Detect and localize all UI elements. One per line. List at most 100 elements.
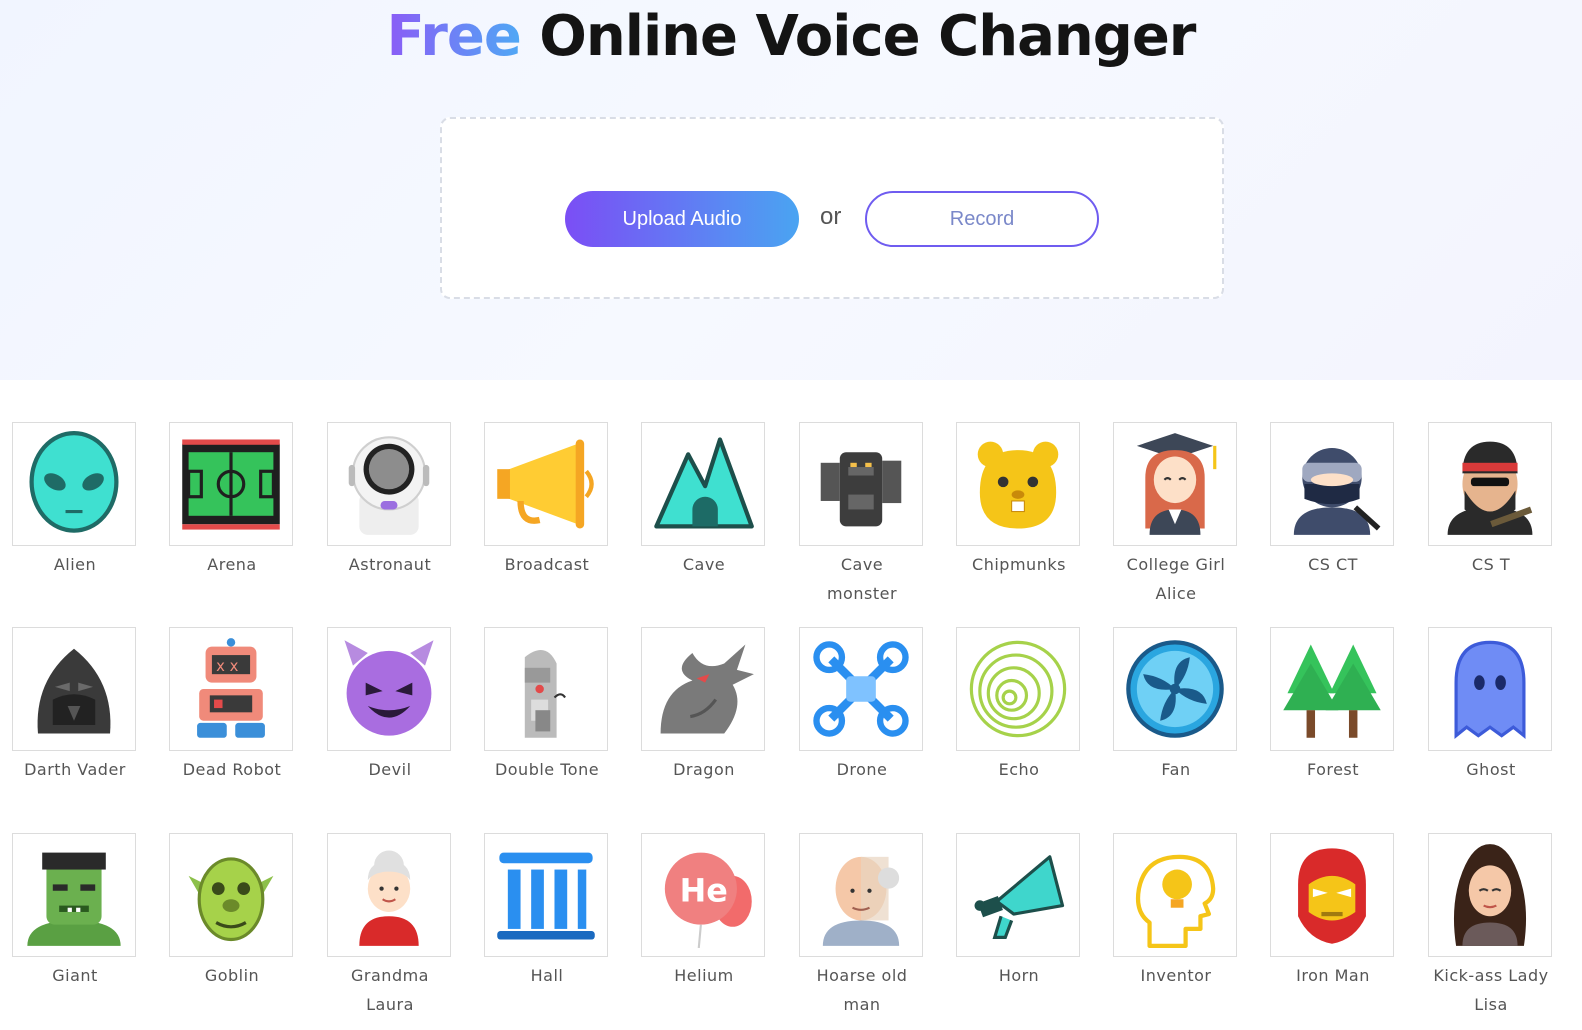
voice-tile[interactable]: [12, 627, 136, 751]
voice-card[interactable]: Ghost: [1428, 627, 1554, 784]
voice-card[interactable]: Forest: [1270, 627, 1396, 784]
voice-tile[interactable]: [799, 627, 923, 751]
voice-tile[interactable]: [484, 833, 608, 957]
voice-card[interactable]: Dragon: [641, 627, 767, 784]
voice-tile[interactable]: [1270, 833, 1394, 957]
voice-tile[interactable]: [12, 422, 136, 546]
helium-icon-text: He: [680, 872, 728, 909]
voice-label: Cave monster: [826, 555, 898, 603]
voice-label: Echo: [998, 760, 1040, 779]
voice-card[interactable]: Drone: [799, 627, 925, 784]
voice-card[interactable]: Astronaut: [327, 422, 453, 579]
voice-tile[interactable]: [1270, 627, 1394, 751]
ghost-icon: [1454, 640, 1526, 739]
voice-tile[interactable]: [1428, 422, 1552, 546]
voice-card[interactable]: Devil: [327, 627, 453, 784]
voice-card[interactable]: Fan: [1113, 627, 1239, 784]
voice-label: Hoarse old man: [816, 966, 908, 1014]
voice-tile[interactable]: [169, 422, 293, 546]
voice-card[interactable]: Arena: [169, 422, 295, 579]
giant-icon: [27, 852, 121, 946]
voice-label: Dead Robot: [182, 760, 282, 779]
svg-text:x x: x x: [216, 658, 238, 675]
voice-tile[interactable]: He: [641, 833, 765, 957]
dead-robot-icon: x x: [197, 638, 265, 738]
voice-tile[interactable]: [956, 422, 1080, 546]
voice-label: CS CT: [1308, 555, 1358, 574]
chipmunks-icon: [977, 441, 1059, 529]
page-title: Free Online Voice Changer: [0, 2, 1582, 72]
voice-card[interactable]: Giant: [12, 833, 138, 990]
voice-tile[interactable]: [1270, 422, 1394, 546]
voice-card[interactable]: Echo: [956, 627, 1082, 784]
hero-section: Free Online Voice Changer Upload Audio o…: [0, 0, 1582, 380]
voice-tile[interactable]: [641, 627, 765, 751]
voice-tile[interactable]: [641, 422, 765, 546]
upload-dropzone[interactable]: Upload Audio or Record: [440, 117, 1224, 299]
voice-tile[interactable]: [1113, 627, 1237, 751]
voice-card[interactable]: CS CT: [1270, 422, 1396, 579]
voice-label: College Girl Alice: [1126, 555, 1226, 603]
alien-icon: [29, 431, 119, 533]
title-accent: Free: [386, 4, 522, 69]
voice-card[interactable]: Chipmunks: [956, 422, 1082, 579]
voice-tile[interactable]: [327, 422, 451, 546]
voice-card[interactable]: Cave: [641, 422, 767, 579]
lady-icon: [1453, 844, 1527, 946]
voice-label: Cave: [682, 555, 726, 574]
voice-card[interactable]: He Helium: [641, 833, 767, 990]
or-separator: or: [820, 203, 842, 230]
record-button[interactable]: Record: [865, 191, 1099, 247]
voice-card[interactable]: Grandma Laura: [327, 833, 453, 1019]
voice-card[interactable]: Hoarse old man: [799, 833, 925, 1019]
voice-label: Dragon: [673, 760, 735, 779]
voice-card[interactable]: Alien: [12, 422, 138, 579]
voice-card[interactable]: Cave monster: [799, 422, 925, 608]
fan-icon: [1126, 640, 1224, 738]
voice-card[interactable]: Kick-ass Lady Lisa: [1428, 833, 1554, 1019]
voice-tile[interactable]: [327, 627, 451, 751]
voice-tile[interactable]: [484, 422, 608, 546]
voice-tile[interactable]: [169, 833, 293, 957]
voice-tile[interactable]: [484, 627, 608, 751]
voice-card[interactable]: Double Tone: [484, 627, 610, 784]
voice-label: Forest: [1306, 760, 1360, 779]
voice-card[interactable]: Broadcast: [484, 422, 610, 579]
darth-vader-icon: [37, 648, 111, 734]
voice-tile[interactable]: [799, 833, 923, 957]
voice-tile[interactable]: [1428, 627, 1552, 751]
voice-tile[interactable]: [956, 833, 1080, 957]
voice-card[interactable]: Hall: [484, 833, 610, 990]
voice-card[interactable]: Inventor: [1113, 833, 1239, 990]
voice-label: Double Tone: [494, 760, 600, 779]
voice-label: Drone: [836, 760, 888, 779]
voice-label: Arena: [207, 555, 257, 574]
voice-card[interactable]: Iron Man: [1270, 833, 1396, 990]
voice-tile[interactable]: [1113, 833, 1237, 957]
voice-label: Darth Vader: [24, 760, 126, 779]
voice-label: Chipmunks: [972, 555, 1066, 574]
voice-label: Inventor: [1140, 966, 1212, 985]
cs-ct-icon: [1293, 447, 1381, 535]
voice-tile[interactable]: [327, 833, 451, 957]
voice-label: Horn: [998, 966, 1040, 985]
voice-tile[interactable]: [12, 833, 136, 957]
voice-tile[interactable]: [1113, 422, 1237, 546]
double-tone-icon: [524, 650, 566, 738]
upload-audio-button[interactable]: Upload Audio: [565, 191, 799, 247]
voice-label: Fan: [1161, 760, 1191, 779]
inventor-icon: [1135, 854, 1216, 948]
voice-card[interactable]: Horn: [956, 833, 1082, 990]
voice-card[interactable]: College Girl Alice: [1113, 422, 1239, 608]
voice-card[interactable]: Darth Vader: [12, 627, 138, 784]
voice-tile[interactable]: [1428, 833, 1552, 957]
voice-tile[interactable]: [956, 627, 1080, 751]
voice-tile[interactable]: x x: [169, 627, 293, 751]
voice-card[interactable]: CS T: [1428, 422, 1554, 579]
voice-tile[interactable]: [799, 422, 923, 546]
voice-card[interactable]: x x Dead Robot: [169, 627, 295, 784]
hall-icon: [497, 852, 595, 940]
voice-card[interactable]: Goblin: [169, 833, 295, 990]
cave-icon: [654, 437, 754, 529]
broadcast-icon: [497, 439, 594, 529]
